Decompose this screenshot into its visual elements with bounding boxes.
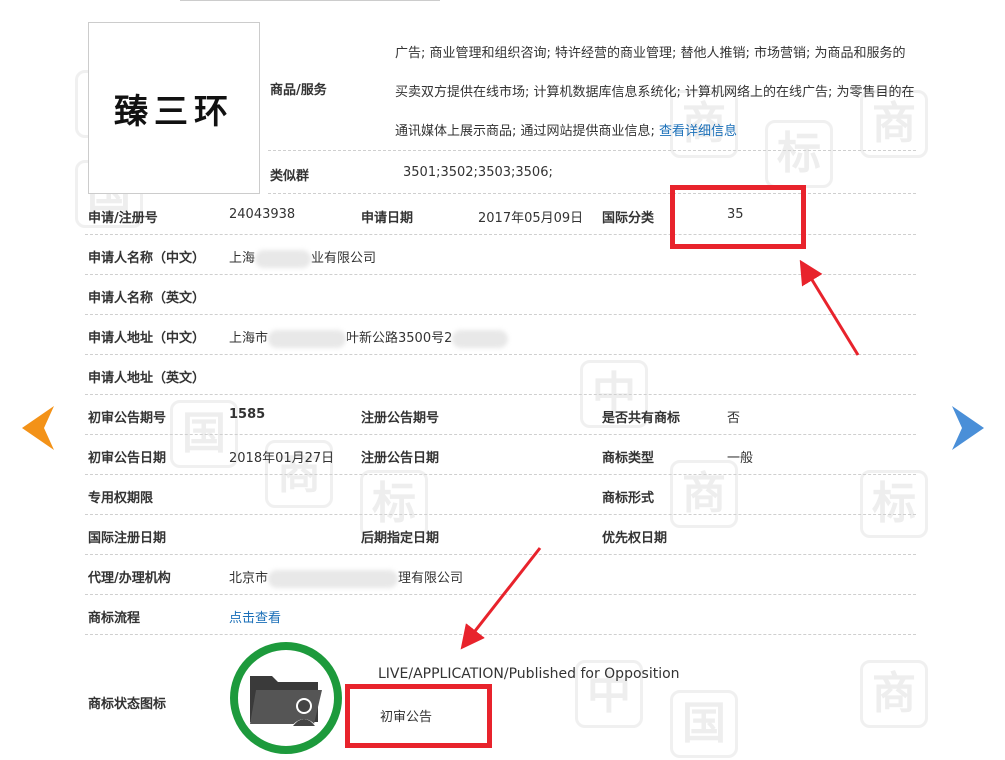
similar-group-label: 类似群	[270, 169, 310, 184]
mark-type-label: 商标类型	[602, 451, 655, 466]
apply-date-label: 申请日期	[361, 211, 414, 226]
reg-no-value: 24043938	[229, 207, 296, 222]
applicant-cn-value: 上海 业有限公司	[229, 247, 376, 268]
apply-date-value: 2017年05月09日	[478, 211, 584, 226]
prelim-issue-label: 初审公告期号	[88, 411, 167, 426]
reg-date-label: 注册公告日期	[361, 451, 440, 466]
prelim-date-value: 2018年01月27日	[229, 451, 335, 466]
agent-suffix: 理有限公司	[398, 571, 464, 586]
exclusive-period-label: 专用权期限	[88, 491, 154, 506]
redacted-block	[255, 249, 312, 268]
status-icon-label: 商标状态图标	[88, 697, 167, 712]
address-cn-prefix: 上海市	[229, 331, 269, 346]
applicant-en-label: 申请人名称（英文）	[88, 291, 206, 306]
status-circle	[230, 642, 342, 754]
flow-label: 商标流程	[88, 611, 141, 626]
address-cn-value: 上海市 叶新公路3500号2	[229, 327, 509, 348]
prelim-issue-value: 1585	[229, 407, 266, 422]
similar-group-value: 3501;3502;3503;3506;	[403, 165, 553, 180]
previous-arrow-icon[interactable]	[20, 404, 56, 452]
agent-prefix: 北京市	[229, 571, 269, 586]
redacted-block	[452, 329, 509, 348]
intl-class-label: 国际分类	[602, 211, 655, 226]
trademark-image: 臻三环	[88, 22, 260, 194]
status-english: LIVE/APPLICATION/Published for Oppositio…	[378, 666, 680, 682]
priority-date-label: 优先权日期	[602, 531, 668, 546]
folder-users-icon	[250, 676, 322, 728]
shared-value: 否	[727, 411, 741, 426]
applicant-cn-label: 申请人名称（中文）	[88, 251, 206, 266]
redacted-block	[268, 569, 399, 588]
reg-no-label: 申请/注册号	[88, 211, 158, 226]
redacted-block	[268, 329, 347, 348]
address-cn-mid: 叶新公路3500号2	[346, 331, 453, 346]
goods-services-value: 广告; 商业管理和组织咨询; 特许经营的商业管理; 替他人推销; 市场营销; 为…	[395, 34, 915, 151]
next-arrow-icon[interactable]	[950, 404, 986, 452]
prelim-date-label: 初审公告日期	[88, 451, 167, 466]
agent-label: 代理/办理机构	[88, 571, 171, 586]
applicant-cn-suffix: 业有限公司	[311, 251, 377, 266]
reg-issue-label: 注册公告期号	[361, 411, 440, 426]
highlight-box-intl-class	[670, 185, 806, 249]
shared-label: 是否共有商标	[602, 411, 681, 426]
applicant-cn-prefix: 上海	[229, 251, 256, 266]
address-en-label: 申请人地址（英文）	[88, 371, 206, 386]
intl-reg-date-label: 国际注册日期	[88, 531, 167, 546]
view-details-link[interactable]: 查看详细信息	[659, 124, 737, 139]
mark-form-label: 商标形式	[602, 491, 655, 506]
highlight-box-status	[345, 684, 492, 748]
mark-type-value: 一般	[727, 451, 754, 466]
later-date-label: 后期指定日期	[361, 531, 440, 546]
trademark-logo-text: 臻三环	[114, 91, 234, 132]
view-flow-link[interactable]: 点击查看	[229, 607, 281, 626]
goods-services-label: 商品/服务	[270, 83, 327, 98]
agent-value: 北京市 理有限公司	[229, 567, 463, 588]
address-cn-label: 申请人地址（中文）	[88, 331, 206, 346]
goods-services-text: 广告; 商业管理和组织咨询; 特许经营的商业管理; 替他人推销; 市场营销; 为…	[395, 46, 915, 139]
arrow-to-intl-class	[799, 259, 860, 356]
